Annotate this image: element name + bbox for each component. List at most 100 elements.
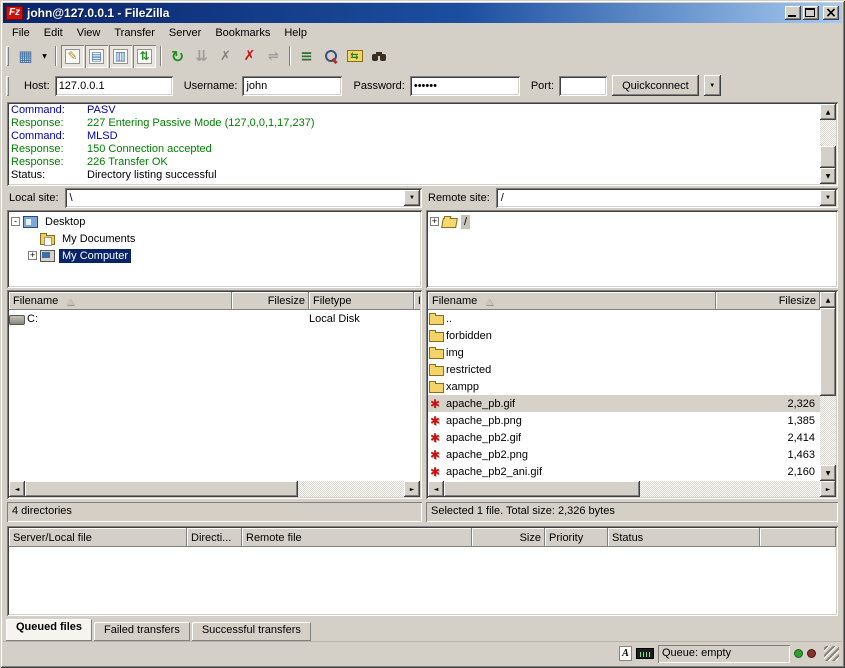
- log-scroll-thumb[interactable]: [820, 146, 836, 168]
- minimize-button[interactable]: [785, 6, 801, 20]
- file-name: apache_pb.png: [446, 415, 522, 427]
- local-site-dropdown-button[interactable]: [404, 190, 420, 206]
- log-scroll-track[interactable]: [820, 120, 836, 168]
- scroll-down-icon[interactable]: ▼: [820, 465, 836, 481]
- cancel-operation-button[interactable]: [214, 45, 237, 68]
- resize-grip[interactable]: [824, 646, 839, 661]
- menu-item[interactable]: Bookmarks: [208, 25, 277, 41]
- username-input[interactable]: [242, 76, 342, 96]
- tree-expander-icon[interactable]: [11, 217, 20, 226]
- column-header-filetype[interactable]: Filetype: [309, 292, 414, 310]
- list-item[interactable]: restricted: [428, 361, 820, 378]
- remote-site-dropdown-button[interactable]: [820, 190, 836, 206]
- column-header-filename[interactable]: Filename: [428, 292, 716, 310]
- menu-item[interactable]: Transfer: [107, 25, 162, 41]
- scroll-track[interactable]: [25, 481, 404, 497]
- log-scrollbar[interactable]: ▲ ▼: [820, 104, 836, 184]
- scroll-right-icon[interactable]: ►: [404, 481, 420, 497]
- tree-item-root[interactable]: /: [428, 213, 836, 230]
- quickconnect-button[interactable]: Quickconnect: [612, 75, 699, 96]
- toggle-remote-tree-button[interactable]: [109, 45, 132, 68]
- scroll-track[interactable]: [820, 308, 836, 465]
- tree-expander-icon[interactable]: [430, 217, 439, 226]
- remote-site-combo[interactable]: /: [496, 188, 838, 208]
- scroll-down-icon[interactable]: ▼: [820, 168, 836, 184]
- reconnect-button[interactable]: [262, 45, 285, 68]
- toggle-local-tree-button[interactable]: [85, 45, 108, 68]
- scroll-left-icon[interactable]: ◄: [9, 481, 25, 497]
- quickconnect-dropdown-button[interactable]: [704, 75, 721, 96]
- desktop-icon: [23, 216, 38, 228]
- scroll-thumb[interactable]: [25, 481, 298, 497]
- column-header-status[interactable]: Status: [608, 528, 760, 547]
- column-header-filesize[interactable]: Filesize: [232, 292, 309, 310]
- column-header-priority[interactable]: Priority: [545, 528, 608, 547]
- titlebar[interactable]: Fz john@127.0.0.1 - FileZilla ×: [3, 3, 842, 23]
- column-header-server-local-file[interactable]: Server/Local file: [9, 528, 187, 547]
- list-item[interactable]: forbidden: [428, 327, 820, 344]
- toggle-transfer-queue-button[interactable]: [133, 45, 156, 68]
- refresh-button[interactable]: [166, 45, 189, 68]
- menu-item[interactable]: View: [70, 25, 108, 41]
- directory-comparison-button[interactable]: [295, 45, 318, 68]
- list-item[interactable]: apache_pb2_ani.gif 2,160: [428, 463, 820, 480]
- process-queue-button[interactable]: [190, 45, 213, 68]
- column-header-size[interactable]: Size: [472, 528, 545, 547]
- tree-item-my-computer[interactable]: My Computer: [26, 247, 420, 264]
- column-header-filename[interactable]: Filename: [9, 292, 232, 310]
- list-item[interactable]: apache_pb2.gif 2,414: [428, 429, 820, 446]
- column-header-filesize[interactable]: Filesize: [716, 292, 820, 310]
- host-input[interactable]: [55, 76, 173, 96]
- scroll-up-icon[interactable]: ▲: [820, 292, 836, 308]
- tree-item-my-documents[interactable]: My Documents: [26, 230, 420, 247]
- filter-files-button[interactable]: [319, 45, 342, 68]
- list-item[interactable]: apache_pb.png 1,385: [428, 412, 820, 429]
- scroll-left-icon[interactable]: ◄: [428, 481, 444, 497]
- site-manager-button[interactable]: [14, 45, 37, 68]
- remote-site-value: /: [498, 191, 820, 205]
- local-site-combo[interactable]: \: [65, 188, 422, 208]
- scroll-thumb[interactable]: [820, 308, 836, 396]
- queue-tab[interactable]: Failed transfers: [94, 622, 190, 641]
- tree-expander-icon[interactable]: [28, 251, 37, 260]
- toolbar-separator: [160, 46, 162, 66]
- scroll-track[interactable]: [444, 481, 820, 497]
- list-item[interactable]: apache_pb2.png 1,463: [428, 446, 820, 463]
- queue-tab[interactable]: Successful transfers: [192, 622, 311, 641]
- local-site-label: Local site:: [7, 192, 65, 204]
- column-header-last-modified[interactable]: L: [414, 292, 420, 310]
- disconnect-button[interactable]: [238, 45, 261, 68]
- local-horizontal-scrollbar[interactable]: ◄ ►: [9, 481, 420, 497]
- remote-vertical-scrollbar[interactable]: ▲ ▼: [820, 292, 836, 481]
- queue-tab[interactable]: Queued files: [6, 619, 92, 641]
- menu-item[interactable]: Edit: [37, 25, 70, 41]
- list-item[interactable]: apache_pb.gif 2,326: [428, 395, 820, 412]
- site-manager-dropdown-button[interactable]: [38, 45, 51, 68]
- message-log-lines: Command:PASV Response:227 Entering Passi…: [9, 104, 820, 184]
- synchronized-browsing-button[interactable]: [343, 45, 366, 68]
- scroll-right-icon[interactable]: ►: [820, 481, 836, 497]
- tree-item-desktop[interactable]: Desktop: [9, 213, 420, 230]
- menu-item[interactable]: Help: [277, 25, 314, 41]
- scroll-thumb[interactable]: [444, 481, 640, 497]
- menu-item[interactable]: Server: [162, 25, 208, 41]
- column-header-remote-file[interactable]: Remote file: [242, 528, 472, 547]
- remote-horizontal-scrollbar[interactable]: ◄ ►: [428, 481, 836, 497]
- toggle-message-log-button[interactable]: [61, 45, 84, 68]
- scroll-up-icon[interactable]: ▲: [820, 104, 836, 120]
- column-header-direction[interactable]: Directi...: [187, 528, 242, 547]
- list-item[interactable]: xampp: [428, 378, 820, 395]
- column-label: Priority: [549, 532, 583, 544]
- close-button[interactable]: ×: [823, 6, 839, 20]
- list-item-local-drive[interactable]: C: Local Disk: [9, 310, 420, 327]
- menu-item[interactable]: File: [5, 25, 37, 41]
- list-item[interactable]: img: [428, 344, 820, 361]
- search-files-button[interactable]: [367, 45, 390, 68]
- maximize-button[interactable]: [803, 6, 819, 20]
- password-input[interactable]: [410, 76, 520, 96]
- file-name: xampp: [446, 381, 479, 393]
- window-title: john@127.0.0.1 - FileZilla: [27, 6, 169, 20]
- speed-limits-icon: [636, 648, 654, 659]
- list-item[interactable]: ..: [428, 310, 820, 327]
- port-input[interactable]: [559, 76, 607, 96]
